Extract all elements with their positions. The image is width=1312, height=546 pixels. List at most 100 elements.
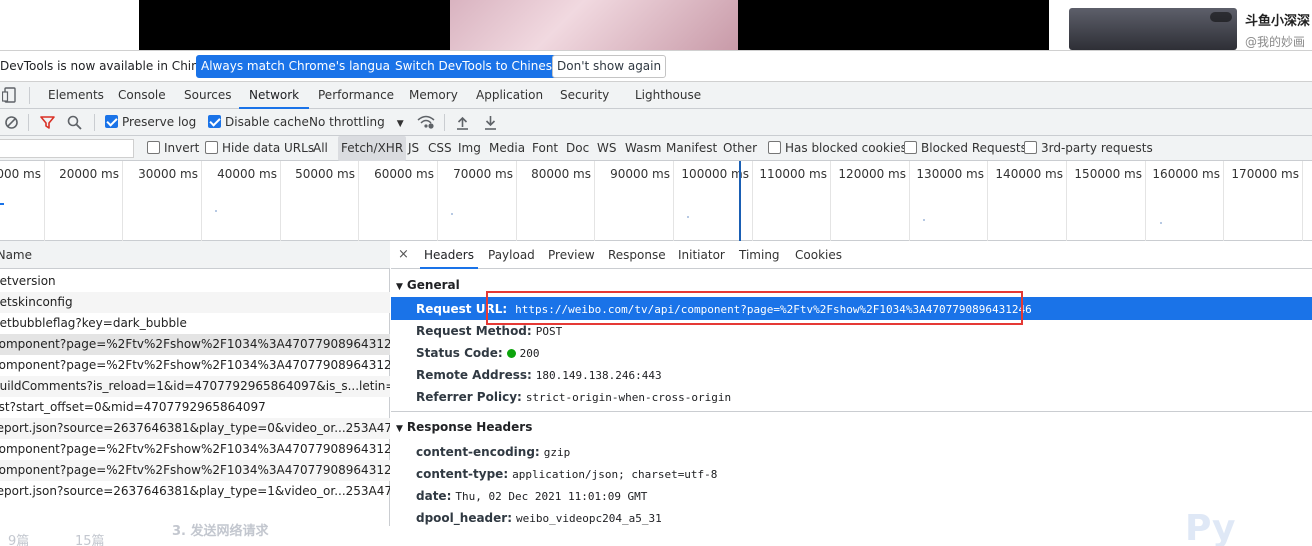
- tab-performance[interactable]: Performance: [318, 82, 394, 109]
- has-blocked-cookies-checkbox[interactable]: Has blocked cookies: [768, 136, 907, 161]
- timeline-gridline: [44, 161, 45, 241]
- recommend-author[interactable]: @我的妙画: [1245, 33, 1305, 50]
- tab-security[interactable]: Security: [560, 82, 609, 109]
- network-conditions-icon[interactable]: [417, 114, 435, 130]
- dont-show-again-button[interactable]: Don't show again: [552, 55, 667, 78]
- request-row[interactable]: getbubbleflag?key=dark_bubble: [0, 313, 390, 334]
- tab-lighthouse[interactable]: Lighthouse: [635, 82, 701, 109]
- timeline-tick-label: 40000 ms: [217, 167, 277, 181]
- toolbar-separator: [444, 114, 445, 131]
- tab-elements[interactable]: Elements: [48, 82, 104, 109]
- switch-to-chinese-button[interactable]: Switch DevTools to Chinese: [390, 55, 565, 78]
- detail-tab-timing[interactable]: Timing: [739, 241, 780, 269]
- timeline-gridline: [201, 161, 202, 241]
- recommend-title[interactable]: 斗鱼小深深: [1245, 10, 1310, 29]
- filter-type-manifest[interactable]: Manifest: [666, 136, 717, 161]
- timeline-tick-label: 50000 ms: [295, 167, 355, 181]
- article-count: 15篇: [75, 534, 105, 546]
- filter-input[interactable]: [0, 139, 134, 158]
- name-column-header[interactable]: Name: [0, 248, 32, 262]
- import-har-icon[interactable]: [456, 115, 469, 130]
- detail-tab-initiator[interactable]: Initiator: [678, 241, 725, 269]
- request-method-key: Request Method:: [416, 324, 532, 338]
- section-divider: [391, 411, 1312, 412]
- throttling-select[interactable]: No throttling ▼: [309, 109, 404, 136]
- detail-tab-payload[interactable]: Payload: [488, 241, 535, 269]
- device-toolbar-icon[interactable]: [2, 87, 18, 103]
- response-header-value: gzip: [543, 446, 571, 459]
- detail-tab-headers[interactable]: Headers: [420, 241, 478, 269]
- general-section-title: General: [406, 278, 460, 292]
- timeline-request-dot: [215, 210, 217, 212]
- request-row[interactable]: component?page=%2Ftv%2Fshow%2F1034%3A470…: [0, 460, 390, 481]
- response-headers-section-header[interactable]: ▼ Response Headers: [396, 417, 532, 437]
- request-row[interactable]: component?page=%2Ftv%2Fshow%2F1034%3A470…: [0, 439, 390, 460]
- clear-icon[interactable]: [4, 115, 19, 130]
- remote-address-row[interactable]: Remote Address: 180.149.138.246:443: [416, 364, 662, 386]
- has-blocked-cookies-label: Has blocked cookies: [785, 141, 907, 155]
- filter-type-other[interactable]: Other: [723, 136, 757, 161]
- filter-type-ws[interactable]: WS: [597, 136, 616, 161]
- always-match-language-button[interactable]: Always match Chrome's language: [196, 55, 410, 78]
- request-row[interactable]: buildComments?is_reload=1&id=47077929658…: [0, 376, 390, 397]
- close-icon[interactable]: ×: [398, 241, 409, 269]
- timeline-gridline: [673, 161, 674, 241]
- preserve-log-checkbox[interactable]: Preserve log: [105, 109, 196, 136]
- response-header-row[interactable]: content-encoding: gzip: [416, 441, 570, 463]
- annotation-highlight-box: [486, 291, 1023, 325]
- tab-network[interactable]: Network: [239, 82, 310, 109]
- toolbar-separator: [94, 114, 95, 131]
- filter-type-js[interactable]: JS: [408, 136, 419, 161]
- remote-address-key: Remote Address:: [416, 368, 532, 382]
- filter-type-media[interactable]: Media: [489, 136, 525, 161]
- filter-type-css[interactable]: CSS: [428, 136, 452, 161]
- request-row[interactable]: component?page=%2Ftv%2Fshow%2F1034%3A470…: [0, 355, 390, 376]
- detail-tab-cookies[interactable]: Cookies: [795, 241, 842, 269]
- timeline-tick-label: 20000 ms: [59, 167, 119, 181]
- request-row[interactable]: component?page=%2Ftv%2Fshow%2F1034%3A470…: [0, 334, 390, 355]
- detail-tab-response[interactable]: Response: [608, 241, 666, 269]
- filter-type-wasm[interactable]: Wasm: [625, 136, 661, 161]
- disable-cache-checkbox[interactable]: Disable cache: [208, 109, 309, 136]
- blocked-requests-checkbox[interactable]: Blocked Requests: [904, 136, 1027, 161]
- timeline-gridline: [122, 161, 123, 241]
- filter-type-fetch-xhr[interactable]: Fetch/XHR: [338, 136, 407, 161]
- request-row[interactable]: report.json?source=2637646381&play_type=…: [0, 418, 390, 439]
- filter-type-img[interactable]: Img: [458, 136, 481, 161]
- tab-sources[interactable]: Sources: [184, 82, 231, 109]
- request-row[interactable]: report.json?source=2637646381&play_type=…: [0, 481, 390, 502]
- third-party-requests-checkbox[interactable]: 3rd-party requests: [1024, 136, 1153, 161]
- response-header-row[interactable]: content-type: application/json; charset=u…: [416, 463, 717, 485]
- hide-data-urls-label: Hide data URLs: [222, 141, 315, 155]
- filter-type-font[interactable]: Font: [532, 136, 558, 161]
- tab-separator: [29, 87, 30, 104]
- tab-application[interactable]: Application: [476, 82, 543, 109]
- referrer-policy-row[interactable]: Referrer Policy: strict-origin-when-cross…: [416, 386, 731, 408]
- tab-memory[interactable]: Memory: [409, 82, 458, 109]
- status-code-row[interactable]: Status Code: 200: [416, 342, 540, 364]
- throttling-value: No throttling: [309, 115, 385, 129]
- detail-tab-preview[interactable]: Preview: [548, 241, 595, 269]
- export-har-icon[interactable]: [484, 115, 497, 130]
- filter-type-all[interactable]: All: [313, 136, 328, 161]
- response-header-row[interactable]: date: Thu, 02 Dec 2021 11:01:09 GMT: [416, 485, 647, 507]
- request-row[interactable]: getskinconfig: [0, 292, 390, 313]
- search-icon[interactable]: [67, 115, 82, 130]
- timeline-tick-label: 130000 ms: [916, 167, 984, 181]
- general-section-header[interactable]: ▼ General: [396, 275, 460, 295]
- status-code-value: 200: [519, 347, 540, 360]
- request-row[interactable]: getversion: [0, 271, 390, 292]
- response-header-key: content-type:: [416, 467, 509, 481]
- timeline-tick-label: 70000 ms: [453, 167, 513, 181]
- tab-console[interactable]: Console: [118, 82, 166, 109]
- filter-icon[interactable]: [40, 115, 55, 130]
- timeline-tick-label: 30000 ms: [138, 167, 198, 181]
- request-list-header[interactable]: [0, 241, 390, 269]
- request-row[interactable]: list?start_offset=0&mid=4707792965864097: [0, 397, 390, 418]
- timeline-request-dot: [451, 213, 453, 215]
- hide-data-urls-checkbox[interactable]: Hide data URLs: [205, 136, 314, 161]
- filter-type-doc[interactable]: Doc: [566, 136, 589, 161]
- triangle-down-icon: ▼: [396, 282, 403, 292]
- request-method-row[interactable]: Request Method: POST: [416, 320, 562, 342]
- invert-checkbox[interactable]: Invert: [147, 136, 199, 161]
